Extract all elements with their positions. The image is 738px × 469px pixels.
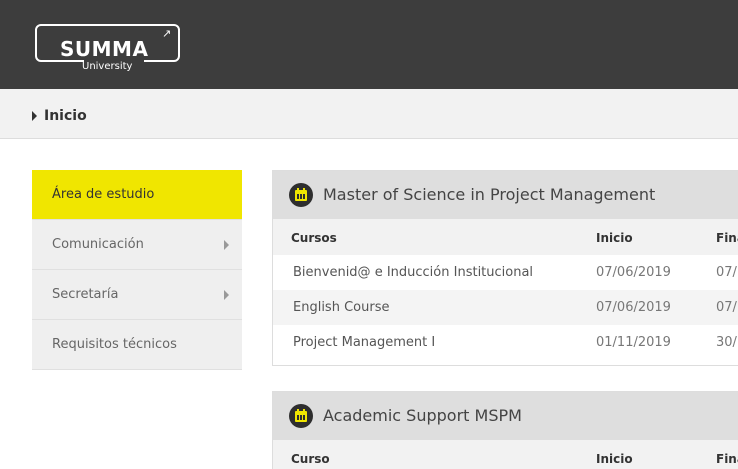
table-row[interactable]: Project Management I 01/11/2019 30/ <box>273 325 738 360</box>
sidebar-item-comunicacion[interactable]: Comunicación <box>32 220 242 270</box>
sidebar-item-requisitos-tecnicos[interactable]: Requisitos técnicos <box>32 320 242 370</box>
sidebar-item-label: Secretaría <box>52 287 119 302</box>
column-header-end: Fina <box>716 231 738 245</box>
column-header-course: Curso <box>291 452 330 466</box>
course-start-date: 07/06/2019 <box>596 265 671 280</box>
course-start-date: 01/11/2019 <box>596 335 671 350</box>
caret-right-icon <box>32 111 37 121</box>
sidebar-menu: Área de estudio Comunicación Secretaría … <box>32 170 242 370</box>
course-name[interactable]: Project Management I <box>293 335 435 351</box>
logo-arrow-icon: ↗ <box>162 27 172 40</box>
program-panel: Master of Science in Project Management … <box>272 170 738 366</box>
table-row[interactable]: Bienvenid@ e Inducción Institucional 07/… <box>273 255 738 290</box>
course-start-date: 07/06/2019 <box>596 300 671 315</box>
column-header-start: Inicio <box>596 452 633 466</box>
course-end-date: 07/ <box>716 265 737 280</box>
calendar-icon <box>289 183 313 207</box>
program-title[interactable]: Master of Science in Project Management <box>323 185 655 205</box>
program-header[interactable]: Master of Science in Project Management <box>273 171 738 219</box>
breadcrumb <box>0 89 738 139</box>
logo-wordmark: SUMMA <box>60 37 149 61</box>
program-title[interactable]: Academic Support MSPM <box>323 406 522 426</box>
column-header-end: Fina <box>716 452 738 466</box>
top-header: SUMMA University ↗ <box>0 0 738 89</box>
caret-right-icon <box>224 240 229 250</box>
calendar-icon <box>289 404 313 428</box>
table-row[interactable]: English Course 07/06/2019 07/ <box>273 290 738 325</box>
table-header: Cursos Inicio Fina <box>273 219 738 255</box>
sidebar-item-secretaria[interactable]: Secretaría <box>32 270 242 320</box>
course-name[interactable]: English Course <box>293 300 389 316</box>
sidebar-item-area-de-estudio[interactable]: Área de estudio <box>32 170 242 220</box>
course-end-date: 07/ <box>716 300 737 315</box>
sidebar-item-label: Requisitos técnicos <box>52 337 177 352</box>
column-header-start: Inicio <box>596 231 633 245</box>
logo-subtitle: University <box>82 61 133 72</box>
breadcrumb-home-link[interactable]: Inicio <box>44 107 87 125</box>
table-header: Curso Inicio Fina <box>273 440 738 469</box>
course-end-date: 30/ <box>716 335 737 350</box>
program-header[interactable]: Academic Support MSPM <box>273 392 738 440</box>
course-name[interactable]: Bienvenid@ e Inducción Institucional <box>293 265 533 281</box>
sidebar-item-label: Área de estudio <box>52 187 155 202</box>
program-panel: Academic Support MSPM Curso Inicio Fina <box>272 391 738 469</box>
column-header-course: Cursos <box>291 231 337 245</box>
caret-right-icon <box>224 290 229 300</box>
sidebar-item-label: Comunicación <box>52 237 144 252</box>
